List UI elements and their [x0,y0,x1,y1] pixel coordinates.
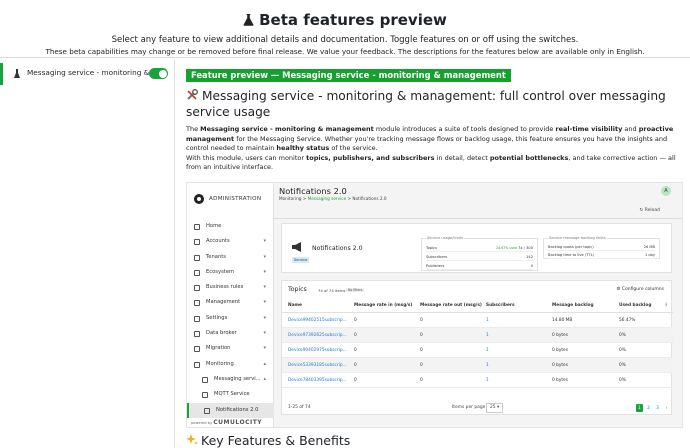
feature-title: Messaging service - monitoring & managem… [186,89,666,119]
tenants-icon [194,254,200,261]
breadcrumb: Monitoring > Messaging service > Notific… [279,196,387,201]
feature-sidebar: Messaging service - monitoring & manag [0,59,175,448]
table-row[interactable]: Device99402515subscrip... 0 0 1 14.80 MB… [282,313,673,328]
nav-item-management[interactable]: Management ▾ [187,295,274,310]
service-card: Notifications 2.0 Service Service usage/… [281,223,672,273]
table-row[interactable]: Device53393185subscrip... 0 0 1 0 bytes … [282,358,673,373]
app-main: Notifications 2.0 Monitoring > Messaging… [274,183,682,427]
nav-item-settings[interactable]: Settings ▾ [187,311,274,326]
messaging-icon [202,376,208,383]
topics-table: Topics 74 of 74 items No filters ⚙ Confi… [281,280,673,416]
flask-icon [14,69,20,78]
home-icon [194,224,200,230]
app-page-title: Notifications 2.0 [279,186,347,196]
page-header: Beta features preview Select any feature… [0,0,690,58]
megaphone-icon [292,242,301,252]
col-name[interactable]: Name [288,298,302,313]
col-subscribers[interactable]: Subscribers [486,298,515,313]
nav-item-accounts[interactable]: Accounts ▾ [187,234,274,249]
next-page-button[interactable]: › [663,404,670,412]
breadcrumb-monitoring[interactable]: Monitoring [279,196,301,201]
table-header: Name Message rate in (msg/s) Message rat… [282,298,673,313]
page-title: Beta features preview [0,11,690,29]
nav-item-data-broker[interactable]: Data broker ▾ [187,326,274,341]
app-brand: ADMINISTRATION [209,196,262,202]
megaphone-icon [204,407,210,414]
powered-by: powered by CUMULOCITY [191,419,263,426]
filter-chip[interactable]: No filters [346,287,365,292]
nav-item-migration[interactable]: Migration ▾ [187,341,274,356]
col-rate-out[interactable]: Message rate out (msg/s) [420,298,482,313]
feature-description: The Messaging service - monitoring & man… [186,125,676,171]
table-row[interactable]: Device97392625subscrip... 0 0 1 0 bytes … [282,328,673,343]
nav-item-tenants[interactable]: Tenants ▾ [187,250,274,265]
divider [274,218,682,219]
avatar[interactable]: A [661,186,671,196]
usage-row-publishers: Publishers 0 [426,264,533,270]
usage-row-topics: Topics 24.67% used 74 / 300 [426,246,533,252]
per-page-select[interactable]: 25 ▾ [486,403,504,413]
app-nav: Home Accounts ▾ Tenants ▾ Ecosystem ▾ Busin… [187,219,274,418]
reload-button[interactable]: ↻ Reload [639,208,660,213]
item-count: 74 of 74 items [318,287,346,293]
feature-toggle[interactable] [149,68,168,79]
data-broker-icon [194,331,200,338]
page-3[interactable]: 3 [654,404,661,412]
nav-item-monitoring[interactable]: Monitoring ▴ [187,357,274,372]
feature-badge: Feature preview — Messaging service - mo… [186,69,511,82]
nav-item-business-rules[interactable]: Business rules ▾ [187,280,274,295]
nav-item-notifications[interactable]: Notifications 2.0 [187,402,274,418]
nav-item-ecosystem[interactable]: Ecosystem ▾ [187,265,274,280]
breadcrumb-current: Notifications 2.0 [352,196,387,201]
ecosystem-icon [194,269,200,276]
page-note: These beta capabilities may change or be… [45,47,645,56]
feature-screenshot: ADMINISTRATION Home Accounts ▾ Tenants ▾ E… [186,182,683,428]
nav-item-mqtt-service[interactable]: MQTT Service [187,387,274,402]
feature-detail: Feature preview — Messaging service - mo… [185,59,690,448]
col-backlog[interactable]: Message backlog [552,298,594,313]
column-menu-icon[interactable]: ⋮ [664,298,668,313]
usage-row-subscribers: Subscribers 142 [426,255,533,261]
users-icon [194,239,200,246]
monitoring-icon [194,361,200,368]
key-features-heading: Key Features & Benefits [186,433,350,448]
table-row[interactable]: Device90402975subscrip... 0 0 1 0 bytes … [282,343,673,358]
sidebar-item-messaging-service[interactable]: Messaging service - monitoring & manag [0,63,170,85]
backlog-row-quota: Backlog quota (per topic) 26 MB [548,245,655,251]
table-footer: 1-25 of 74 Items per page 25 ▾ 1 2 3 › [282,402,673,416]
table-title: Topics [288,286,307,293]
page-2[interactable]: 2 [645,404,652,412]
nav-item-messaging-service[interactable]: Messaging servi... ▴ [187,372,274,387]
migration-icon [194,346,200,353]
gear-logo-icon [194,194,204,204]
page-1[interactable]: 1 [636,404,643,412]
col-used-backlog[interactable]: Used backlog [619,298,651,313]
page-range: 1-25 of 74 [288,405,311,410]
app-sidebar: ADMINISTRATION Home Accounts ▾ Tenants ▾ E… [187,183,274,427]
rules-icon [194,285,200,292]
service-tag: Service [292,257,310,263]
management-icon [194,300,200,307]
page-subtitle: Select any feature to view additional de… [111,35,579,45]
flask-icon [243,14,254,26]
backlog-limits-box: Service message backlog limits Backlog q… [543,236,660,259]
tools-icon [187,89,198,100]
mqtt-icon [202,392,208,399]
sidebar-item-label: Messaging service - monitoring & manag [27,68,153,77]
table-toolbar: Topics 74 of 74 items No filters ⚙ Confi… [282,281,673,294]
sparkles-icon [186,434,198,445]
breadcrumb-messaging[interactable]: Messaging service [308,196,347,201]
usage-limits-box: Service usage/limits Topics 24.67% used 74… [421,236,538,271]
per-page-label: Items per page [452,405,486,410]
backlog-row-ttl: Backlog time to live (TTL) 1 day [548,253,655,259]
col-rate-in[interactable]: Message rate in (msg/s) [354,298,412,313]
configure-columns-button[interactable]: ⚙ Configure columns [616,287,664,292]
settings-icon [194,315,200,322]
service-title: Notifications 2.0 [312,245,363,252]
table-row[interactable]: Device78403395subscrip... 0 0 1 0 bytes … [282,373,673,388]
nav-item-home[interactable]: Home [187,219,274,234]
